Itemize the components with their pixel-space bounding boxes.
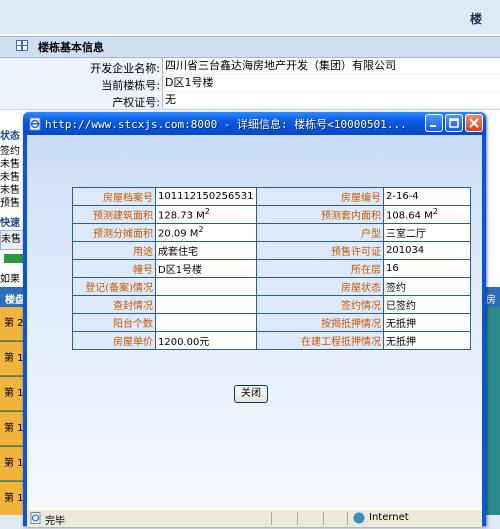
detail-popup-window: http://www.stcxjs.com:8000 - 详细信息: 楼栋号<1… (23, 112, 486, 527)
background-page-title: 楼 (470, 12, 483, 26)
section-title: 楼栋基本信息 (38, 41, 104, 54)
minimize-button[interactable] (425, 114, 443, 132)
detail-value: 三室二厅 (383, 223, 471, 242)
detail-value (155, 313, 257, 332)
detail-label: 房屋单价 (72, 331, 156, 350)
detail-value: 签约 (383, 277, 471, 296)
detail-row: 预测建筑面积 128.73 M2 预测套内面积 108.64 M2 (72, 205, 471, 224)
popup-titlebar[interactable]: http://www.stcxjs.com:8000 - 详细信息: 楼栋号<1… (23, 112, 486, 135)
section-grid-icon (16, 40, 28, 51)
unit-superscript: 2 (198, 225, 204, 235)
detail-row: 预测分摊面积 20.09 M2 户型 三室二厅 (72, 223, 471, 242)
house-detail-table: 房屋档案号 101112150256531 房屋编号 2-16-4 预测建筑面积 128.… (72, 187, 471, 350)
detail-label: 登记(备案)情况 (72, 277, 156, 296)
maximize-icon (449, 118, 459, 128)
unit-superscript: 2 (204, 207, 210, 217)
cert-row: 产权证号: 无 (0, 92, 500, 110)
detail-value: D区1号楼 (155, 259, 257, 278)
detail-row: 登记(备案)情况 房屋状态 签约 (72, 277, 471, 296)
status-separator (297, 512, 298, 525)
cert-label: 产权证号: (112, 96, 160, 109)
background-top-bar (0, 0, 500, 34)
detail-label: 预测套内面积 (256, 205, 384, 224)
popup-content: 房屋档案号 101112150256531 房屋编号 2-16-4 预测建筑面积 128.… (27, 135, 482, 509)
status-separator (271, 512, 272, 525)
detail-row: 房屋档案号 101112150256531 房屋编号 2-16-4 (72, 187, 471, 206)
detail-label: 用途 (72, 241, 156, 260)
detail-value (155, 295, 257, 314)
detail-label: 签约情况 (256, 295, 384, 314)
building-label: 当前楼栋号: (101, 79, 160, 92)
detail-value: 20.09 M2 (155, 223, 257, 242)
detail-value: 16 (383, 259, 471, 278)
unit-superscript: 2 (432, 207, 438, 217)
detail-label: 房屋状态 (256, 277, 384, 296)
detail-label: 按揭抵押情况 (256, 313, 384, 332)
detail-value: 2-16-4 (383, 187, 471, 206)
status-bar: 完毕 Internet (27, 509, 482, 527)
detail-value: 无抵押 (383, 331, 471, 350)
detail-value: 108.64 M2 (383, 205, 471, 224)
developer-label: 开发企业名称: (90, 62, 160, 75)
detail-label: 户型 (256, 223, 384, 242)
detail-label: 在建工程抵押情况 (256, 331, 384, 350)
status-color-swatch (4, 254, 24, 263)
detail-label: 阳台个数 (72, 313, 156, 332)
detail-label: 预测建筑面积 (72, 205, 156, 224)
detail-value: 128.73 M2 (155, 205, 257, 224)
detail-value: 201034 (383, 241, 471, 260)
ie-page-icon (29, 117, 41, 131)
detail-value (155, 277, 257, 296)
ie-done-icon (30, 512, 41, 524)
detail-row: 幢号 D区1号楼 所在层 16 (72, 259, 471, 278)
detail-label: 预售许可证 (256, 241, 384, 260)
close-icon (469, 118, 479, 128)
developer-value: 四川省三台鑫达海房地产开发（集团）有限公司 (162, 58, 500, 74)
detail-label: 所在层 (256, 259, 384, 278)
security-zone-text: Internet (369, 512, 409, 523)
developer-row: 开发企业名称: 四川省三台鑫达海房地产开发（集团）有限公司 (0, 58, 500, 76)
detail-label: 房屋编号 (256, 187, 384, 206)
internet-globe-icon (353, 512, 365, 524)
status-separator (347, 512, 348, 525)
detail-value: 101112150256531 (155, 187, 257, 206)
detail-label: 房屋档案号 (72, 187, 156, 206)
close-window-button[interactable] (465, 114, 483, 132)
detail-row: 房屋单价 1200.00元 在建工程抵押情况 无抵押 (72, 331, 471, 350)
detail-value: 已签约 (383, 295, 471, 314)
detail-label: 预测分摊面积 (72, 223, 156, 242)
grid-header-right: 房 (486, 295, 496, 306)
cert-value: 无 (162, 92, 500, 108)
maximize-button[interactable] (445, 114, 463, 132)
building-row: 当前楼栋号: D区1号楼 (0, 75, 500, 93)
grid-header-left: 楼盘 (5, 295, 25, 306)
detail-row: 查封情况 签约情况 已签约 (72, 295, 471, 314)
close-button[interactable]: 关闭 (234, 385, 268, 403)
detail-row: 阳台个数 按揭抵押情况 无抵押 (72, 313, 471, 332)
detail-value: 1200.00元 (155, 331, 257, 350)
detail-label: 幢号 (72, 259, 156, 278)
status-separator (323, 512, 324, 525)
popup-title: http://www.stcxjs.com:8000 - 详细信息: 楼栋号<1… (45, 118, 407, 131)
status-text: 完毕 (45, 516, 65, 527)
building-value: D区1号楼 (162, 75, 500, 91)
detail-value: 成套住宅 (155, 241, 257, 260)
detail-value: 无抵押 (383, 313, 471, 332)
minimize-icon (430, 125, 436, 127)
detail-row: 用途 成套住宅 预售许可证 201034 (72, 241, 471, 260)
detail-label: 查封情况 (72, 295, 156, 314)
